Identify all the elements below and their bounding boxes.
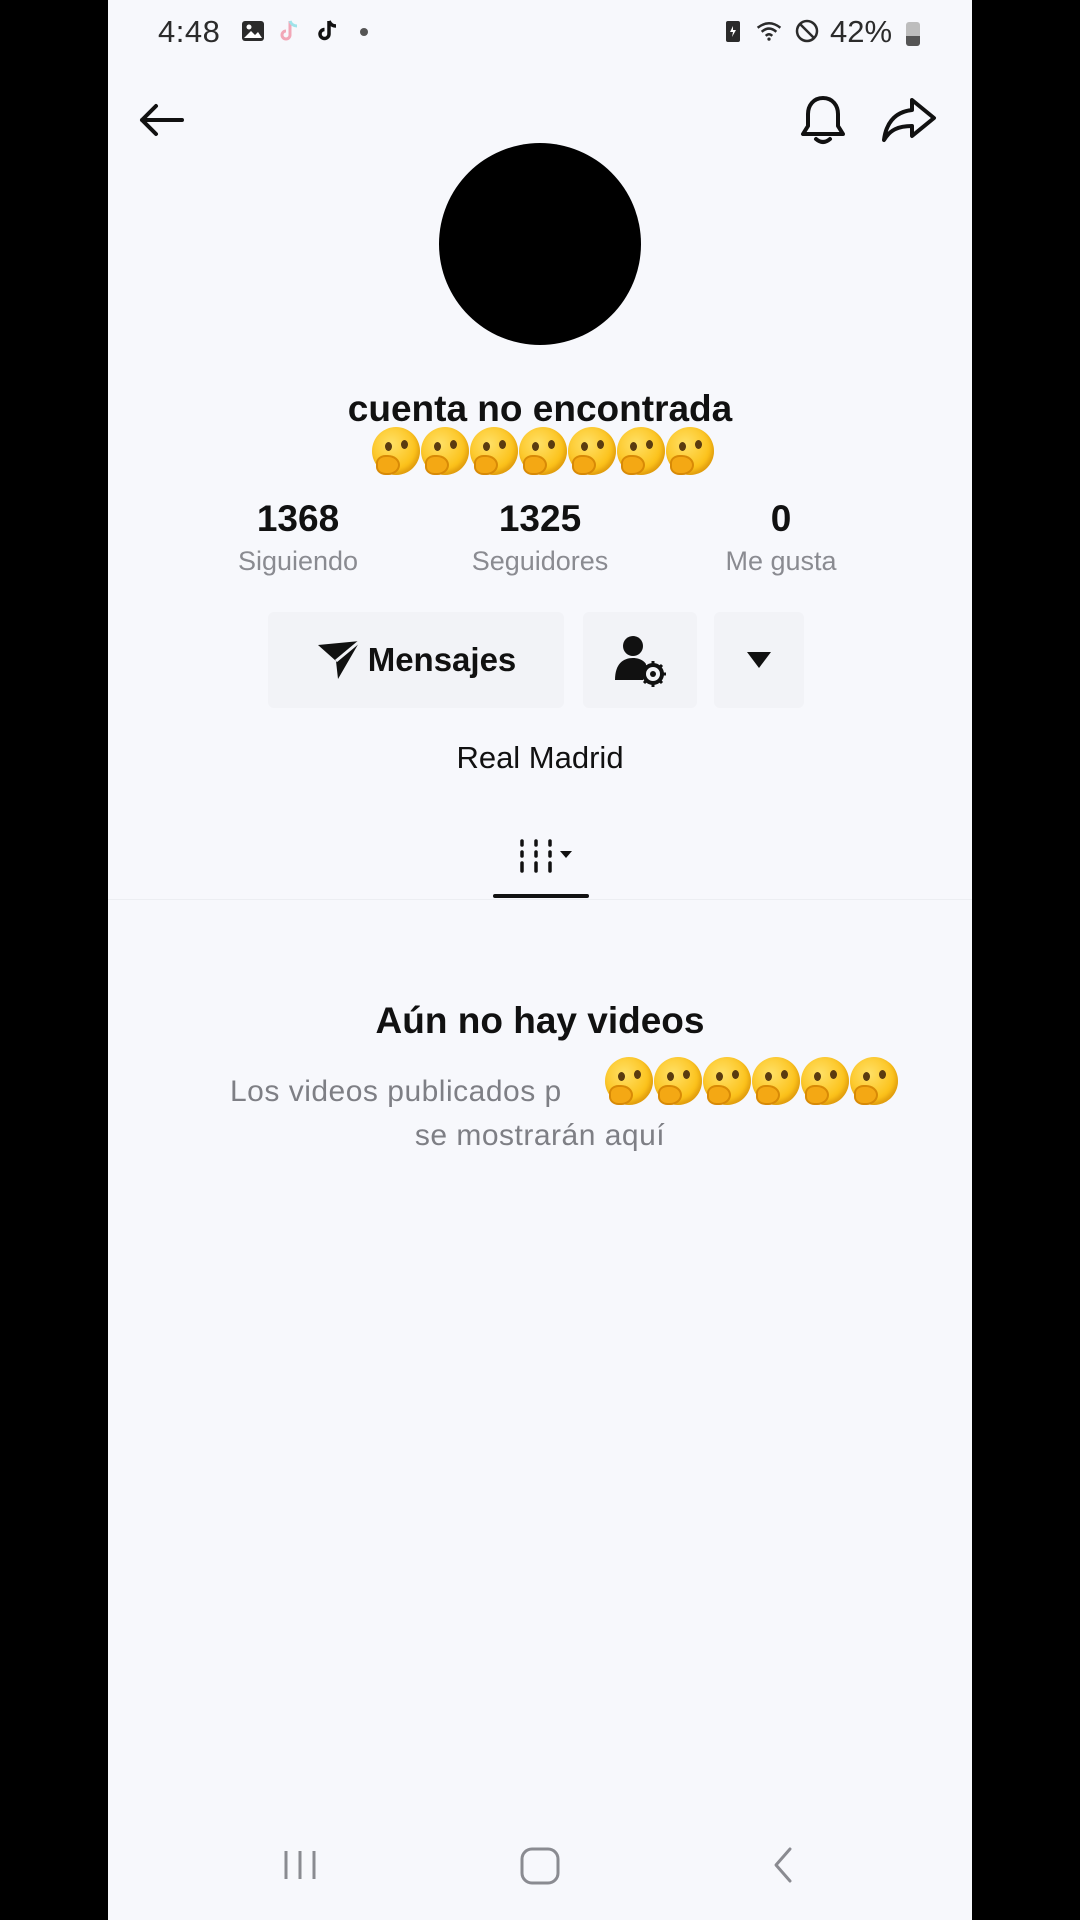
send-icon	[317, 639, 361, 679]
bell-icon[interactable]	[798, 92, 848, 148]
thinking-emoji-icon	[372, 427, 420, 475]
messages-button[interactable]: Mensajes	[268, 612, 564, 708]
status-time: 4:48	[158, 14, 221, 49]
thinking-emoji-icon	[666, 427, 714, 475]
stat-value: 0	[770, 498, 792, 539]
back-nav-icon[interactable]	[768, 1845, 798, 1885]
battery-percent: 42%	[830, 14, 893, 49]
tiktok-icon	[318, 20, 337, 41]
wifi-icon	[756, 22, 782, 41]
notification-dot	[360, 28, 368, 36]
profile-stats: 1368 Siguiendo 1325 Seguidores 0 Me gust…	[108, 498, 972, 588]
videos-grid-icon	[520, 839, 572, 873]
profile-bio: Real Madrid	[456, 740, 624, 775]
avatar[interactable]	[439, 143, 641, 345]
home-icon[interactable]	[518, 1847, 562, 1885]
tab-active-indicator	[493, 894, 589, 898]
empty-state-title: Aún no hay videos	[375, 1000, 705, 1041]
user-settings-icon	[615, 636, 666, 687]
thinking-emoji-icon	[568, 427, 616, 475]
thinking-emoji-row	[605, 1057, 899, 1105]
tab-videos[interactable]	[508, 827, 578, 887]
content-tabbar	[108, 815, 972, 900]
empty-state-line1: Los videos publicados p	[230, 1075, 562, 1108]
follow-settings-button[interactable]	[583, 612, 697, 708]
thinking-emoji-icon	[519, 427, 567, 475]
stat-following[interactable]: 1368 Siguiendo	[198, 498, 398, 577]
messages-label: Mensajes	[367, 641, 517, 678]
thinking-emoji-icon	[421, 427, 469, 475]
do-not-disturb-icon	[795, 19, 819, 43]
thinking-emoji-icon	[605, 1057, 653, 1105]
thinking-emoji-icon	[654, 1057, 702, 1105]
thinking-emoji-icon	[617, 427, 665, 475]
stat-value: 1325	[498, 498, 582, 539]
tiktok-icon	[280, 20, 298, 41]
share-arrow-icon[interactable]	[880, 96, 938, 144]
empty-state-line2: se mostrarán aquí	[414, 1119, 666, 1152]
caret-down-icon	[747, 652, 771, 668]
thinking-emoji-icon	[703, 1057, 751, 1105]
thinking-emoji-icon	[801, 1057, 849, 1105]
stat-label: Siguiendo	[237, 546, 359, 576]
gallery-icon	[242, 21, 264, 41]
thinking-emoji-icon	[470, 427, 518, 475]
profile-actions: Mensajes	[108, 612, 972, 712]
thinking-emoji-icon	[752, 1057, 800, 1105]
thinking-emoji-icon	[850, 1057, 898, 1105]
stat-label: Me gusta	[725, 546, 837, 576]
stat-likes[interactable]: 0 Me gusta	[681, 498, 881, 577]
stat-followers[interactable]: 1325 Seguidores	[440, 498, 640, 577]
stat-value: 1368	[256, 498, 340, 539]
status-bar: 4:48 42%	[108, 0, 972, 66]
profile-title: cuenta no encontrada	[347, 388, 733, 429]
recent-apps-icon[interactable]	[278, 1847, 322, 1883]
system-nav-bar	[108, 1835, 972, 1895]
thinking-emoji-row	[372, 427, 715, 475]
back-arrow-icon[interactable]	[134, 98, 188, 142]
stat-label: Seguidores	[471, 546, 609, 576]
battery-saver-icon	[726, 21, 740, 42]
app-screen: 4:48 42% cuenta no encontrada 1368 Sigui…	[108, 0, 972, 1920]
more-options-button[interactable]	[714, 612, 804, 708]
battery-icon	[906, 22, 920, 46]
